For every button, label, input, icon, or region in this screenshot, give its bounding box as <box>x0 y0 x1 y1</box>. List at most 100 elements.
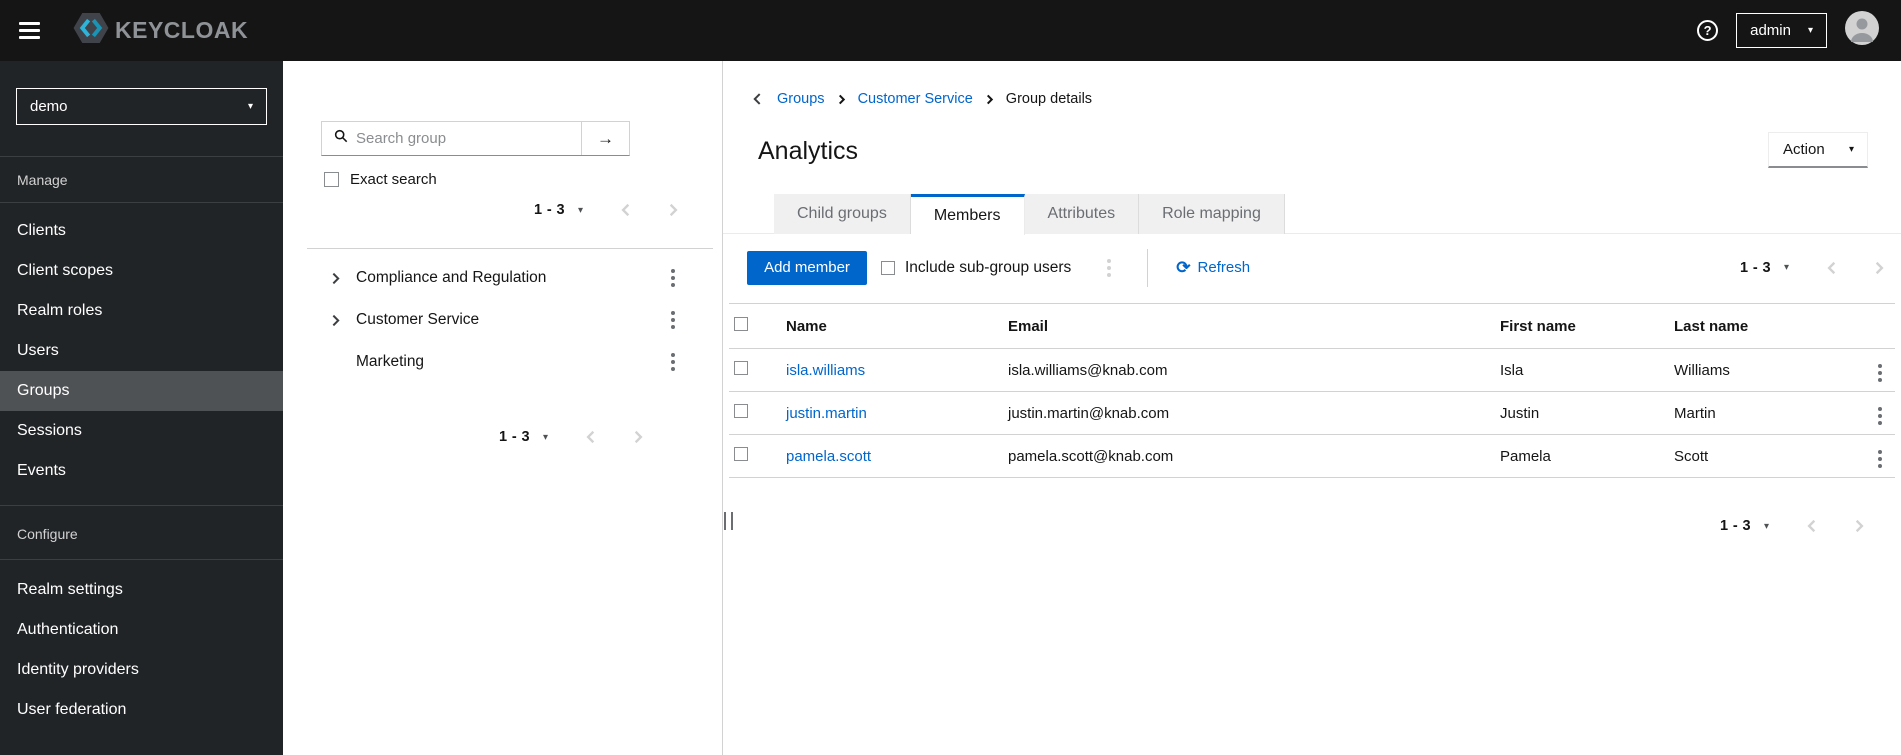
panel-resize-handle[interactable] <box>724 512 733 530</box>
sidebar-item-users[interactable]: Users <box>0 331 283 371</box>
help-icon[interactable]: ? <box>1697 20 1719 41</box>
member-first-name: Justin <box>1500 404 1540 422</box>
select-all-checkbox[interactable] <box>734 317 748 331</box>
user-menu-dropdown[interactable]: admin ▾ <box>1736 13 1827 48</box>
hamburger-menu-icon[interactable] <box>19 22 40 39</box>
expand-chevron-icon[interactable] <box>330 314 356 327</box>
tab-role-mapping[interactable]: Role mapping <box>1139 194 1285 234</box>
masthead: KEYCLOAK ? admin ▾ <box>0 0 1901 61</box>
members-pagination-bottom: 1 - 3 ▾ <box>1720 518 1865 534</box>
sidebar-item-identity-providers[interactable]: Identity providers <box>0 650 283 690</box>
pagination-prev-button[interactable] <box>1806 519 1818 533</box>
column-header-email: Email <box>1008 317 1049 335</box>
tree-item-compliance-and-regulation[interactable]: Compliance and Regulation <box>283 257 722 299</box>
row-checkbox[interactable] <box>734 404 748 418</box>
toolbar-kebab-icon[interactable] <box>1104 256 1114 280</box>
breadcrumb: Groups Customer Service Group details <box>752 91 1092 107</box>
sidebar-item-client-scopes[interactable]: Client scopes <box>0 251 283 291</box>
search-icon <box>334 129 348 148</box>
search-group-input[interactable] <box>356 130 536 147</box>
member-first-name: Pamela <box>1500 447 1551 465</box>
group-name: Customer Service <box>356 311 480 328</box>
column-header-last-name: Last name <box>1674 317 1749 335</box>
member-username-link[interactable]: pamela.scott <box>786 448 871 465</box>
chevron-down-icon[interactable]: ▾ <box>1784 262 1789 273</box>
include-subgroup-checkbox[interactable] <box>881 260 895 275</box>
member-email: justin.martin@knab.com <box>1008 404 1170 422</box>
refresh-button[interactable]: ⟳ Refresh <box>1176 259 1250 276</box>
sidebar-item-realm-roles[interactable]: Realm roles <box>0 291 283 331</box>
sidebar-item-sessions[interactable]: Sessions <box>0 411 283 451</box>
row-checkbox[interactable] <box>734 361 748 375</box>
refresh-label: Refresh <box>1197 259 1251 276</box>
nav-section-manage: Manage <box>17 172 68 188</box>
chevron-down-icon[interactable]: ▾ <box>578 205 583 216</box>
pagination-range[interactable]: 1 - 3 <box>499 429 530 445</box>
sidebar-item-realm-settings[interactable]: Realm settings <box>0 570 283 610</box>
tab-members[interactable]: Members <box>910 194 1025 235</box>
chevron-down-icon: ▾ <box>247 101 253 112</box>
exact-search-checkbox[interactable] <box>324 172 339 187</box>
sidebar-item-clients[interactable]: Clients <box>0 211 283 251</box>
group-name: Marketing <box>356 353 425 370</box>
breadcrumb-separator-icon <box>837 94 846 105</box>
row-actions-kebab-icon[interactable] <box>1875 447 1885 471</box>
member-first-name: Isla <box>1500 361 1524 379</box>
member-username-link[interactable]: isla.williams <box>786 362 865 379</box>
group-actions-kebab-icon[interactable] <box>668 350 678 374</box>
table-row: isla.williams isla.williams@knab.com Isl… <box>729 349 1895 392</box>
sidebar-item-groups[interactable]: Groups <box>0 371 283 411</box>
chevron-down-icon: ▾ <box>1807 25 1813 36</box>
tab-child-groups[interactable]: Child groups <box>774 194 911 234</box>
page-title: Analytics <box>758 137 859 165</box>
group-name: Compliance and Regulation <box>356 269 547 286</box>
realm-selector[interactable]: demo ▾ <box>16 88 267 125</box>
refresh-icon: ⟳ <box>1176 258 1191 277</box>
pagination-next-button[interactable] <box>1853 519 1865 533</box>
tree-item-customer-service[interactable]: Customer Service <box>283 299 722 341</box>
search-submit-button[interactable]: → <box>581 122 629 155</box>
user-avatar[interactable] <box>1845 11 1879 50</box>
table-header-row: Name Email First name Last name <box>729 303 1895 349</box>
divider <box>307 248 713 249</box>
keycloak-logo[interactable]: KEYCLOAK <box>72 9 248 52</box>
pagination-next-button[interactable] <box>632 430 644 444</box>
tabs: Child groups Members Attributes Role map… <box>723 194 1901 235</box>
sidebar-item-user-federation[interactable]: User federation <box>0 690 283 730</box>
tab-attributes[interactable]: Attributes <box>1024 194 1140 234</box>
pagination-next-button[interactable] <box>667 203 679 217</box>
group-details-panel: Groups Customer Service Group details An… <box>723 61 1901 755</box>
chevron-down-icon[interactable]: ▾ <box>1764 521 1769 532</box>
row-checkbox[interactable] <box>734 447 748 461</box>
add-member-button[interactable]: Add member <box>747 250 867 285</box>
keycloak-logo-icon <box>72 9 110 52</box>
expand-chevron-icon[interactable] <box>330 272 356 285</box>
chevron-down-icon: ▾ <box>1848 144 1854 155</box>
breadcrumb-link-customer-service[interactable]: Customer Service <box>858 91 973 107</box>
members-table: Name Email First name Last name isla.wil… <box>729 303 1895 478</box>
exact-search-option: Exact search <box>324 171 437 188</box>
pagination-range[interactable]: 1 - 3 <box>534 202 565 218</box>
back-icon[interactable] <box>752 92 763 106</box>
pagination-range[interactable]: 1 - 3 <box>1740 260 1771 276</box>
member-last-name: Scott <box>1674 447 1709 465</box>
group-actions-kebab-icon[interactable] <box>668 308 678 332</box>
row-actions-kebab-icon[interactable] <box>1875 361 1885 385</box>
pagination-next-button[interactable] <box>1873 261 1885 275</box>
pagination-prev-button[interactable] <box>1826 261 1838 275</box>
member-username-link[interactable]: justin.martin <box>786 405 867 422</box>
column-header-name: Name <box>786 317 827 335</box>
include-subgroup-label: Include sub-group users <box>905 258 1072 276</box>
pagination-prev-button[interactable] <box>585 430 597 444</box>
table-row: justin.martin justin.martin@knab.com Jus… <box>729 392 1895 435</box>
chevron-down-icon[interactable]: ▾ <box>543 432 548 443</box>
row-actions-kebab-icon[interactable] <box>1875 404 1885 428</box>
pagination-range[interactable]: 1 - 3 <box>1720 518 1751 534</box>
sidebar-item-events[interactable]: Events <box>0 451 283 491</box>
group-actions-kebab-icon[interactable] <box>668 266 678 290</box>
breadcrumb-link-groups[interactable]: Groups <box>777 91 825 107</box>
action-dropdown-button[interactable]: Action ▾ <box>1768 132 1868 168</box>
tree-item-marketing[interactable]: Marketing <box>283 341 722 383</box>
pagination-prev-button[interactable] <box>620 203 632 217</box>
sidebar-item-authentication[interactable]: Authentication <box>0 610 283 650</box>
